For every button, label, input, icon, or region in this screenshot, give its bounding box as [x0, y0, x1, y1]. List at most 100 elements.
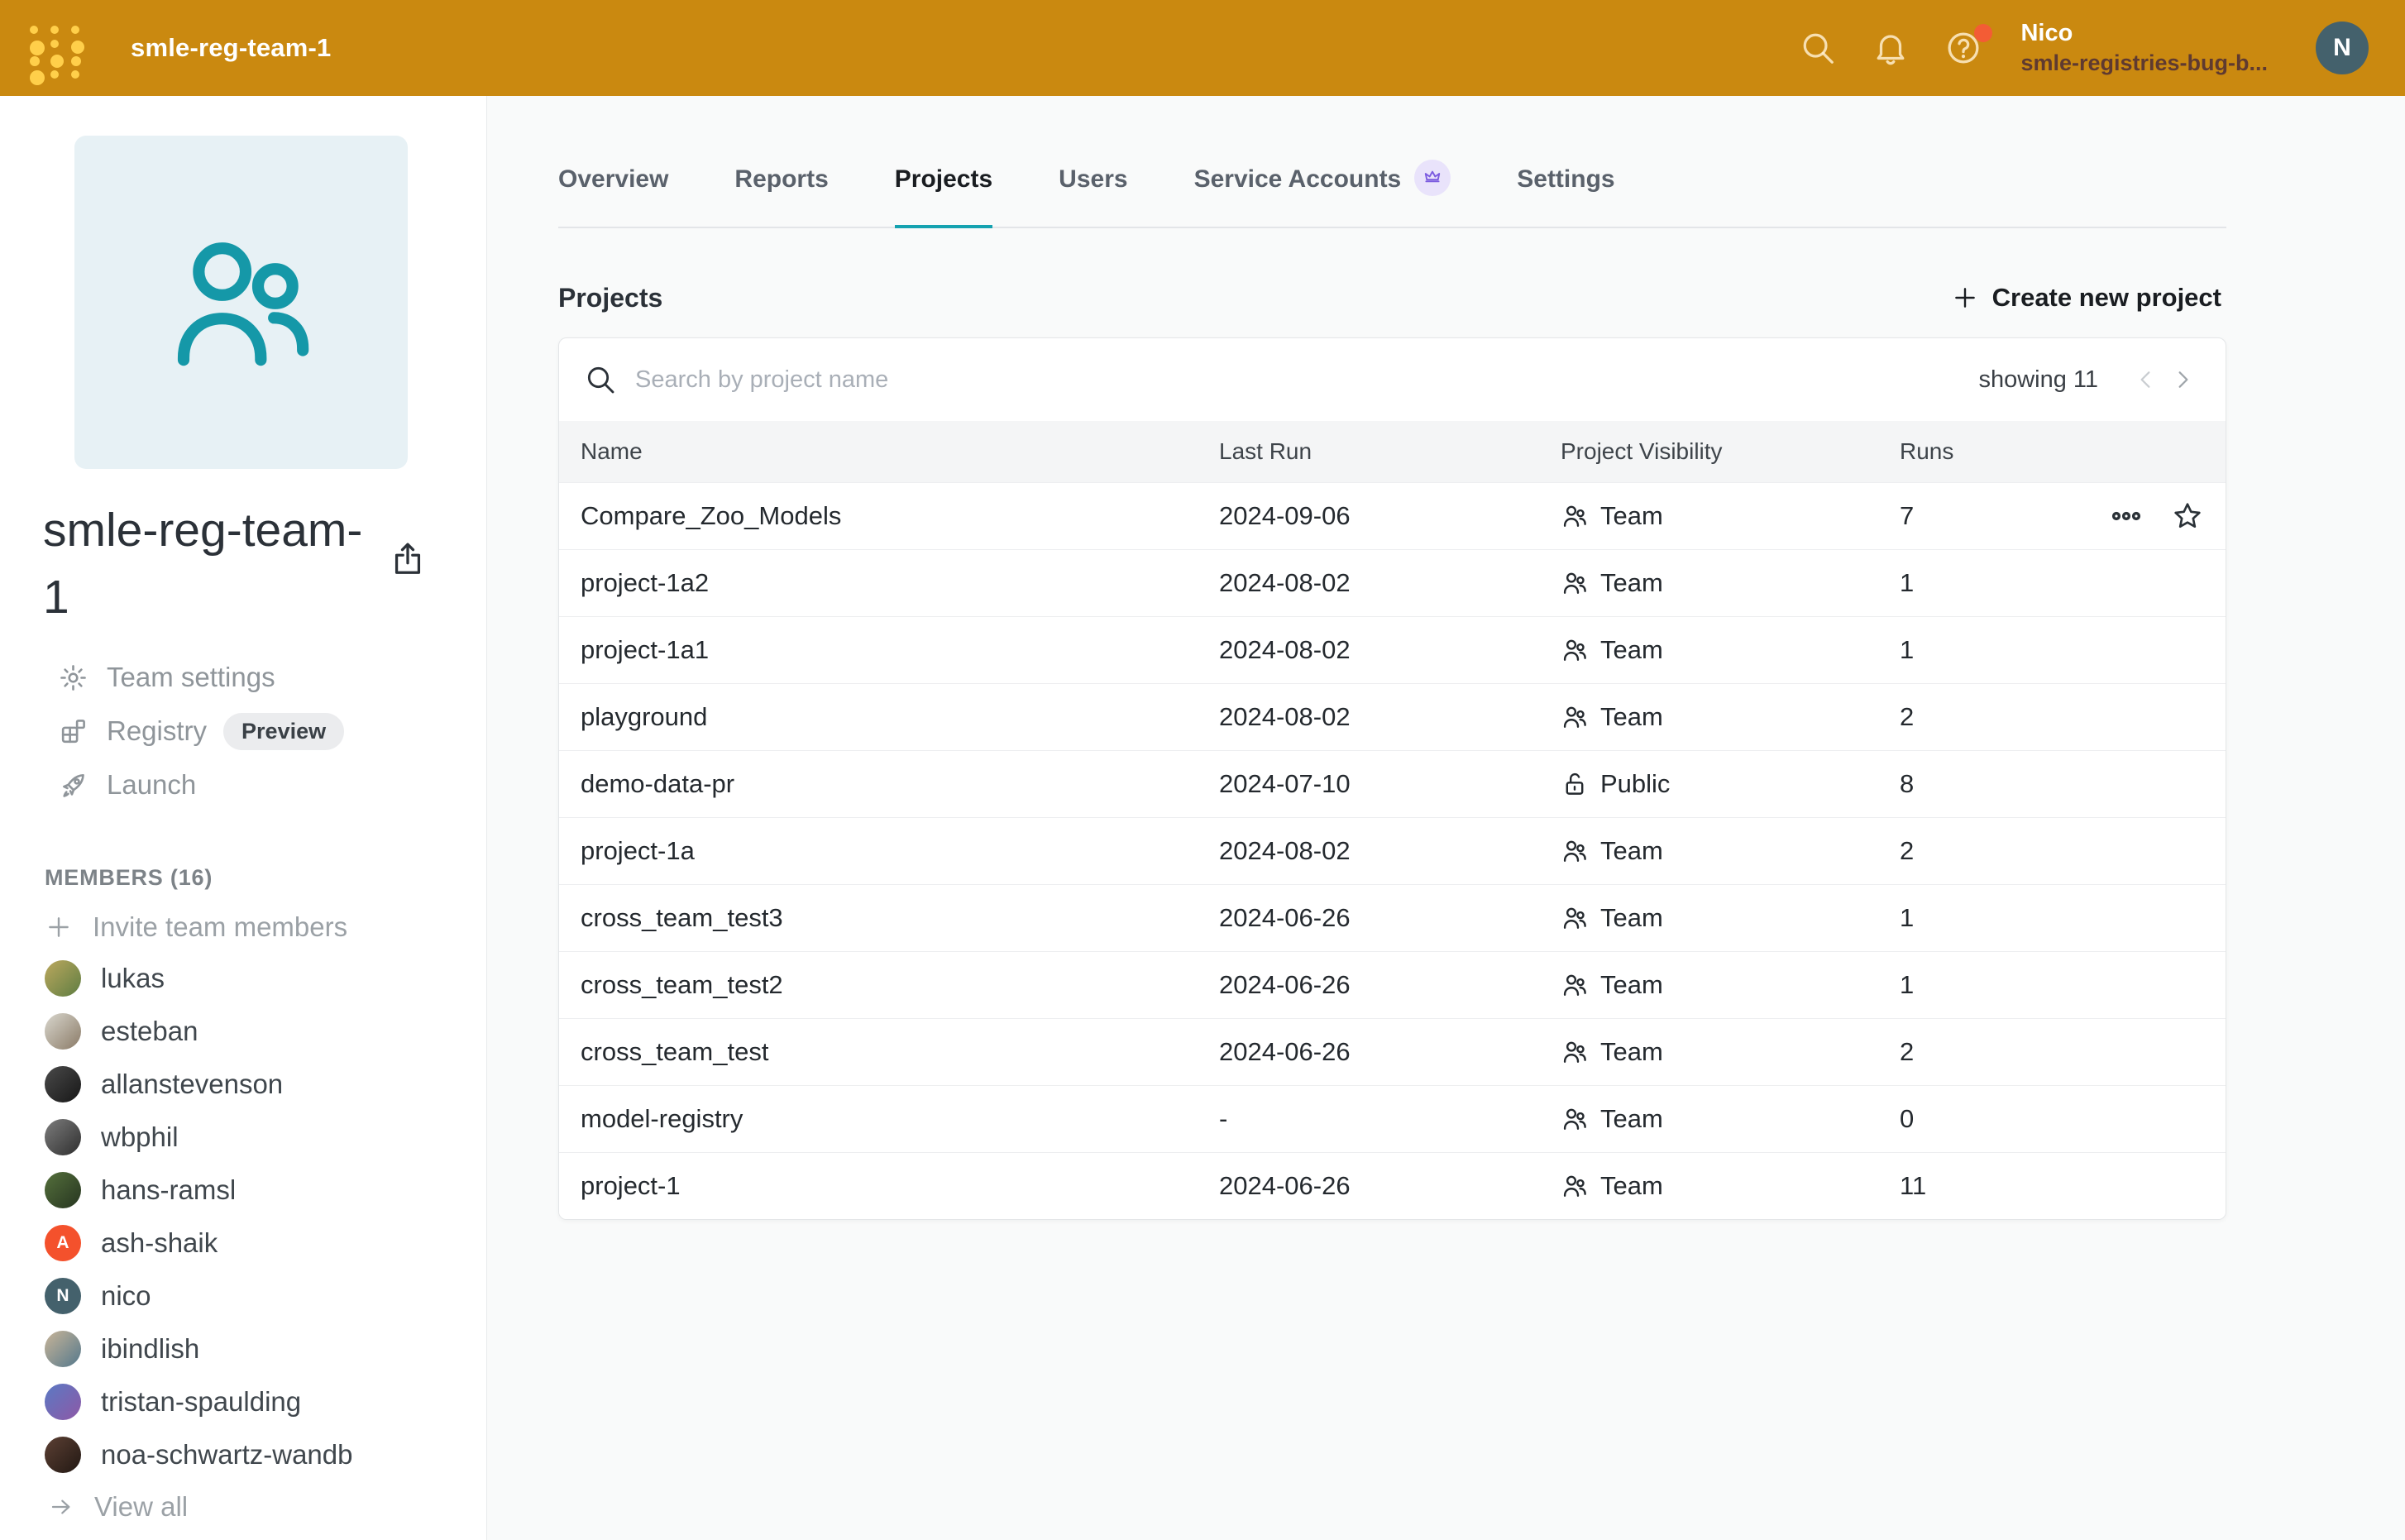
table-row-compare-zoo-models[interactable]: Compare_Zoo_Models2024-09-06Team7 [559, 482, 2226, 549]
project-last-run: 2024-06-26 [1219, 903, 1561, 933]
member-item-esteban[interactable]: esteban [0, 1005, 486, 1058]
wandb-logo-icon[interactable] [25, 19, 79, 77]
avatar [45, 1119, 81, 1155]
search-input[interactable] [635, 366, 1978, 394]
project-name[interactable]: demo-data-pr [581, 769, 1219, 799]
project-name[interactable]: Compare_Zoo_Models [581, 501, 1219, 531]
users-icon [1561, 1038, 1589, 1066]
bell-icon[interactable] [1872, 29, 1910, 67]
project-runs: 1 [1900, 568, 2022, 598]
sidebar-item-label: Team settings [107, 662, 275, 693]
member-item-wbphil[interactable]: wbphil [0, 1111, 486, 1164]
project-name[interactable]: project-1a [581, 836, 1219, 866]
project-visibility: Team [1600, 501, 1663, 531]
tab-label: Overview [558, 165, 668, 194]
column-header-runs: Runs [1900, 438, 2022, 465]
table-row-project-1[interactable]: project-12024-06-26Team11 [559, 1152, 2226, 1219]
notification-dot [1974, 24, 1992, 42]
avatar: A [45, 1225, 81, 1261]
main-content: Overview Reports Projects Users Service Acco… [488, 96, 2405, 1540]
member-item-ibindlish[interactable]: ibindlish [0, 1322, 486, 1375]
tab-service-accounts[interactable]: Service Accounts [1194, 165, 1451, 228]
member-item-hans-ramsl[interactable]: hans-ramsl [0, 1164, 486, 1217]
member-item-allanstevenson[interactable]: allanstevenson [0, 1058, 486, 1111]
project-last-run: 2024-07-10 [1219, 769, 1561, 799]
tab-settings[interactable]: Settings [1517, 165, 1614, 228]
search-icon[interactable] [1799, 29, 1837, 67]
project-name[interactable]: playground [581, 702, 1219, 732]
member-item-noa-schwartz-wandb[interactable]: noa-schwartz-wandb [0, 1428, 486, 1481]
member-item-lukas[interactable]: lukas [0, 952, 486, 1005]
project-visibility: Team [1600, 836, 1663, 866]
table-row-cross-team-test[interactable]: cross_team_test2024-06-26Team2 [559, 1018, 2226, 1085]
project-last-run: 2024-08-02 [1219, 635, 1561, 665]
crown-icon [1414, 160, 1451, 196]
project-visibility: Public [1600, 769, 1670, 799]
help-icon[interactable] [1944, 29, 1982, 67]
project-name[interactable]: project-1a2 [581, 568, 1219, 598]
table-row-playground[interactable]: playground2024-08-02Team2 [559, 683, 2226, 750]
table-row-project-1a[interactable]: project-1a2024-08-02Team2 [559, 817, 2226, 884]
project-name[interactable]: cross_team_test2 [581, 970, 1219, 1000]
table-row-project-1a1[interactable]: project-1a12024-08-02Team1 [559, 616, 2226, 683]
table-row-cross-team-test2[interactable]: cross_team_test22024-06-26Team1 [559, 951, 2226, 1018]
projects-card: showing 11 NameLast RunProject Visibilit… [558, 337, 2226, 1220]
project-name[interactable]: project-1a1 [581, 635, 1219, 665]
row-menu-icon[interactable] [2110, 500, 2143, 533]
project-last-run: 2024-06-26 [1219, 1171, 1561, 1201]
tab-users[interactable]: Users [1059, 165, 1127, 228]
gear-icon [58, 662, 88, 693]
table-header-row: NameLast RunProject VisibilityRuns [559, 421, 2226, 482]
member-item-tristan-spaulding[interactable]: tristan-spaulding [0, 1375, 486, 1428]
user-menu[interactable]: Nico smle-registries-bug-b... [2020, 18, 2268, 79]
table-row-project-1a2[interactable]: project-1a22024-08-02Team1 [559, 549, 2226, 616]
invite-team-members-button[interactable]: Invite team members [45, 907, 486, 947]
member-item-nico[interactable]: Nnico [0, 1270, 486, 1322]
projects-table: Compare_Zoo_Models2024-09-06Team7project… [559, 482, 2226, 1219]
member-name: ash-shaik [101, 1227, 218, 1259]
share-icon[interactable] [389, 540, 427, 578]
rocket-icon [58, 770, 88, 801]
member-name: tristan-spaulding [101, 1386, 301, 1418]
invite-label: Invite team members [93, 911, 347, 943]
tab-projects[interactable]: Projects [895, 165, 992, 228]
table-row-cross-team-test3[interactable]: cross_team_test32024-06-26Team1 [559, 884, 2226, 951]
tab-reports[interactable]: Reports [734, 165, 828, 228]
project-name[interactable]: project-1 [581, 1171, 1219, 1201]
users-icon [1561, 502, 1589, 530]
view-all-members-link[interactable]: View all [0, 1481, 486, 1533]
column-header-project-visibility: Project Visibility [1561, 438, 1900, 465]
sidebar-item-team-settings[interactable]: Team settings [0, 651, 486, 705]
sidebar-item-label: Registry [107, 715, 207, 747]
avatar [45, 1066, 81, 1102]
member-item-ash-shaik[interactable]: Aash-shaik [0, 1217, 486, 1270]
member-name: wbphil [101, 1122, 179, 1153]
members-header: MEMBERS (16) [45, 865, 486, 891]
project-last-run: 2024-09-06 [1219, 501, 1561, 531]
sidebar-item-launch[interactable]: Launch [0, 758, 486, 812]
member-name: nico [101, 1280, 151, 1312]
plus-icon [45, 913, 73, 941]
project-name[interactable]: model-registry [581, 1104, 1219, 1134]
star-icon[interactable] [2171, 500, 2204, 533]
tab-overview[interactable]: Overview [558, 165, 668, 228]
avatar [45, 960, 81, 997]
user-name: Nico [2020, 18, 2268, 50]
sidebar-item-label: Launch [107, 769, 196, 801]
sidebar-item-registry[interactable]: RegistryPreview [0, 705, 486, 758]
avatar[interactable]: N [2316, 22, 2369, 74]
project-name[interactable]: cross_team_test3 [581, 903, 1219, 933]
create-new-project-button[interactable]: Create new project [1946, 275, 2226, 321]
users-icon [1561, 971, 1589, 999]
pagination-next-button[interactable] [2164, 361, 2201, 398]
tab-label: Service Accounts [1194, 165, 1402, 194]
member-name: ibindlish [101, 1333, 199, 1365]
pagination-prev-button[interactable] [2128, 361, 2164, 398]
avatar [45, 1013, 81, 1050]
table-row-model-registry[interactable]: model-registry-Team0 [559, 1085, 2226, 1152]
project-runs: 8 [1900, 769, 2022, 799]
team-title: smle-reg-team-1 [43, 497, 380, 631]
table-row-demo-data-pr[interactable]: demo-data-pr2024-07-10 Public 8 [559, 750, 2226, 817]
project-name[interactable]: cross_team_test [581, 1037, 1219, 1067]
project-runs: 11 [1900, 1171, 2022, 1201]
